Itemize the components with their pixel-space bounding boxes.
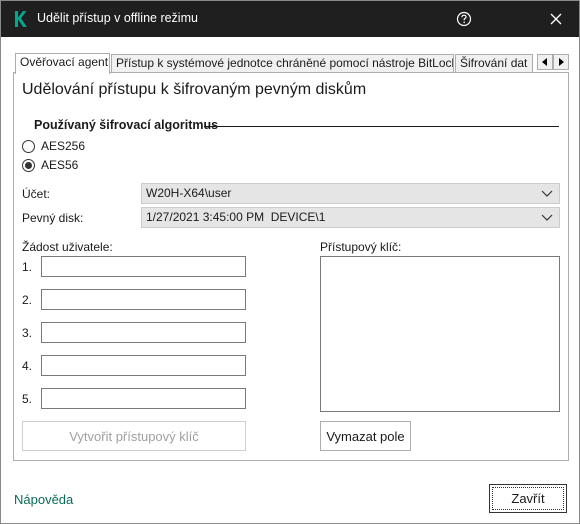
radio-label: AES256 (41, 139, 86, 153)
radio-button-unchecked[interactable] (22, 139, 35, 153)
access-key-label: Přístupový klíč: (320, 240, 402, 254)
request-field-4[interactable] (41, 355, 246, 376)
account-label: Účet: (22, 187, 51, 201)
disk-select[interactable]: 1/27/2021 3:45:00 PM DEVICE\1 (141, 207, 560, 228)
request-field-3[interactable] (41, 322, 246, 343)
tab-strip: Ověřovací agent Přístup k systémové jedn… (13, 53, 569, 74)
request-field-number: 1. (22, 260, 33, 274)
close-icon (550, 13, 562, 25)
dialog-window: Udělit přístup v offline režimu Ověřovac… (0, 0, 580, 524)
tab-panel: Udělování přístupu k šifrovaným pevným d… (13, 72, 569, 461)
panel-title: Udělování přístupu k šifrovaným pevným d… (22, 81, 367, 98)
kaspersky-k-icon (15, 11, 27, 27)
radio-label: AES56 (41, 158, 79, 172)
disk-value: 1/27/2021 3:45:00 PM DEVICE\1 (146, 210, 326, 224)
tab-scroll-left-button[interactable] (537, 54, 553, 70)
chevron-down-icon (541, 190, 553, 197)
algorithm-group-label-text: Používaný šifrovací algoritmus (34, 118, 219, 132)
help-icon (456, 11, 472, 27)
triangle-left-icon (542, 58, 547, 66)
access-key-textarea[interactable] (320, 256, 560, 412)
request-field-number: 4. (22, 359, 33, 373)
request-field-number: 3. (22, 326, 33, 340)
algorithm-group-label: Používaný šifrovací algoritmus (22, 118, 222, 132)
request-field-2[interactable] (41, 289, 246, 310)
request-field-number: 5. (22, 392, 33, 406)
user-request-label: Žádost uživatele: (22, 240, 113, 254)
window-title: Udělit přístup v offline režimu (37, 11, 198, 25)
triangle-right-icon (559, 58, 564, 66)
request-field-number: 2. (22, 293, 33, 307)
request-field-1[interactable] (41, 256, 246, 277)
generate-access-key-button[interactable]: Vytvořit přístupový klíč (22, 421, 246, 451)
title-bar: Udělit přístup v offline režimu (1, 1, 579, 37)
tab-authentication-agent[interactable]: Ověřovací agent (15, 53, 110, 74)
disk-label: Pevný disk: (22, 211, 84, 225)
radio-button-checked[interactable] (22, 158, 35, 172)
clear-fields-button[interactable]: Vymazat pole (320, 421, 411, 451)
request-field-5[interactable] (41, 388, 246, 409)
radio-aes56[interactable]: AES56 (22, 157, 78, 173)
tab-bitlocker-access[interactable]: Přístup k systémové jednotce chráněné po… (111, 54, 454, 73)
chevron-down-icon (541, 214, 553, 221)
close-button[interactable]: Zavřít (489, 484, 567, 513)
tab-data-encryption[interactable]: Šifrování dat (455, 54, 533, 73)
account-select[interactable]: W20H-X64\user (141, 183, 560, 204)
help-link[interactable]: Nápověda (14, 492, 73, 507)
group-divider-right (204, 126, 559, 127)
help-button[interactable] (441, 1, 487, 37)
window-close-button[interactable] (533, 1, 579, 37)
tab-scroll-right-button[interactable] (553, 54, 569, 70)
account-value: W20H-X64\user (146, 186, 232, 200)
radio-dot (25, 161, 32, 169)
radio-aes256[interactable]: AES256 (22, 138, 85, 154)
